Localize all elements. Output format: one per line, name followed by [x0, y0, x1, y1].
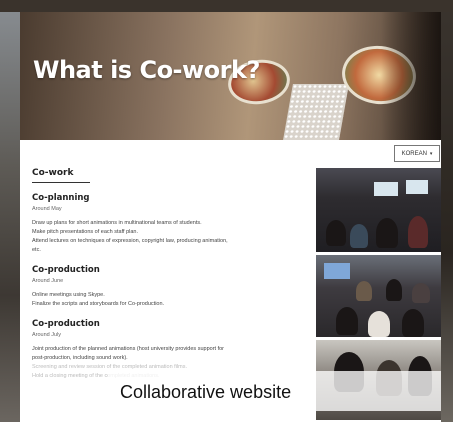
subsection-when: Around July — [32, 332, 62, 338]
subsection-when: Around May — [32, 206, 62, 212]
body-line: Make pitch presentations of each staff p… — [32, 229, 138, 235]
website-screenshot: What is Co-work? KOREAN ▾ Co-work Co-pla… — [20, 12, 441, 422]
hero-dotted-cloth — [283, 84, 349, 140]
hero-banner: What is Co-work? — [20, 12, 441, 140]
subsection-title: Co-production — [32, 319, 100, 329]
language-label: KOREAN — [401, 150, 427, 157]
background-right — [441, 0, 453, 422]
chevron-down-icon: ▾ — [429, 150, 433, 157]
body-line: Draw up plans for short animations in mu… — [32, 220, 202, 226]
subsection-title: Co-production — [32, 265, 100, 275]
subsection-body: Online meetings using Skype. Finalize th… — [32, 291, 242, 309]
body-line: Joint production of the planned animatio… — [32, 346, 224, 352]
meeting-photo — [316, 255, 441, 337]
body-line: post-production, including sound work). — [32, 355, 128, 361]
body-line: Online meetings using Skype. — [32, 292, 105, 298]
caption: Collaborative website — [120, 382, 292, 402]
body-line: Attend lectures on techniques of express… — [32, 238, 228, 244]
subsection-title: Co-planning — [32, 193, 90, 203]
subsection-when: Around June — [32, 278, 64, 284]
background-top — [0, 0, 453, 12]
classroom-photo — [316, 168, 441, 252]
background-left — [0, 0, 20, 422]
subsection-body: Draw up plans for short animations in mu… — [32, 219, 242, 255]
body-line: etc. — [32, 247, 41, 253]
main-content: Co-work Co-planning Around May Draw up p… — [32, 162, 312, 381]
language-select[interactable]: KOREAN ▾ — [394, 145, 440, 162]
section-heading: Co-work — [32, 168, 90, 183]
page-title: What is Co-work? — [33, 56, 260, 84]
hero-shadow — [381, 12, 441, 140]
body-line: Finalize the scripts and storyboards for… — [32, 301, 165, 307]
